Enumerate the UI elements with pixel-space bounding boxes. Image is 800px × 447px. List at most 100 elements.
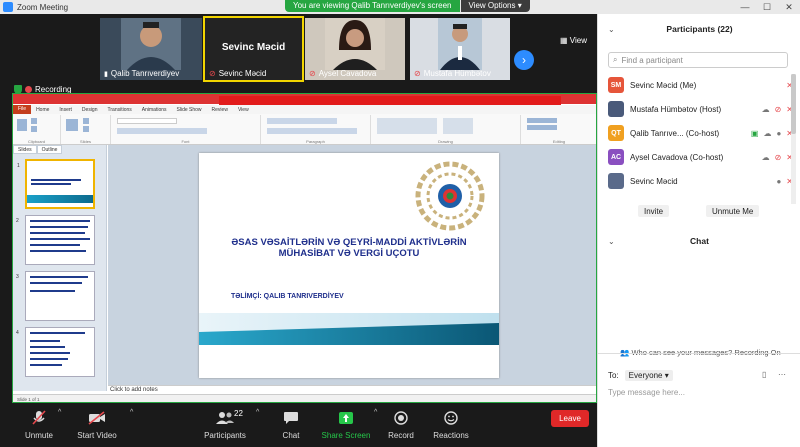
record-dot-icon [25, 86, 32, 93]
avatar: QT [608, 125, 624, 141]
participant-name: Qalib Tanrıve... (Co-host) [630, 128, 720, 138]
notes-pane[interactable]: Click to add notes [108, 385, 596, 393]
slide-number: 1 [17, 163, 20, 169]
divider [598, 353, 800, 354]
participants-scrollbar[interactable] [791, 74, 796, 204]
slide-number: 3 [16, 274, 19, 280]
file-icon[interactable]: ▯ [762, 370, 766, 379]
reactions-button[interactable]: Reactions [418, 405, 484, 445]
ppt-tab-insert[interactable]: Insert [54, 107, 77, 113]
participant-name: Sevinc Məcid [630, 176, 678, 186]
chat-message-input[interactable]: Type message here... [608, 388, 685, 397]
participant-row[interactable]: AC Aysel Cavadova (Co-host) ☁ ⊘ ✕ [608, 148, 793, 166]
recipient-select[interactable]: Everyone ▾ [624, 370, 673, 381]
slide-number: 2 [16, 218, 19, 224]
cloud-icon: ☁ [761, 152, 770, 162]
slides-pane-tabs: Slides Outline [13, 145, 106, 154]
view-button[interactable]: ▦ View [560, 36, 587, 45]
meeting-toolbar: Unmute ^ Start Video ^ 22 Participants ^… [0, 403, 597, 447]
participant-row[interactable]: QT Qalib Tanrıve... (Co-host) ▣ ☁ ● ✕ [608, 124, 793, 142]
video-off-icon [88, 411, 105, 425]
participants-button[interactable]: 22 Participants [192, 405, 258, 445]
group-label: Slides [80, 139, 91, 144]
slide-editor: ƏSAS VƏSAİTLƏRİN VƏ QEYRİ-MADDİ AKTİVLƏR… [108, 145, 596, 385]
leave-button[interactable]: Leave [551, 410, 589, 427]
zoom-window: { "window": { "title": "Zoom Meeting" },… [0, 0, 800, 447]
ppt-tab-slideshow[interactable]: Slide Show [172, 107, 207, 113]
person-video-icon [121, 18, 181, 70]
video-strip: ▮ Qalib Tanrıverdiyev Sevinc Məcid ⊘ Sevin… [0, 14, 597, 84]
video-tile-mustafa[interactable]: ⊘ Mustafa Hümbətov [410, 18, 510, 80]
ppt-tab-transitions[interactable]: Transitions [103, 107, 137, 113]
shared-screen: File Home Insert Design Transitions Anim… [12, 93, 597, 403]
minimize-icon[interactable]: — [734, 0, 756, 14]
participant-row[interactable]: Sevinc Məcid ● ✕ [608, 172, 793, 190]
group-label: Editing [552, 139, 566, 144]
ribbon-group-drawing: Drawing [371, 115, 521, 144]
viewing-label: You are viewing Qalib Tanrıverdiyev's sc… [285, 0, 460, 12]
slide-title: ƏSAS VƏSAİTLƏRİN VƏ QEYRİ-MADDİ AKTİVLƏR… [231, 237, 467, 259]
ppt-title-strip [219, 96, 561, 105]
participant-row[interactable]: Mustafa Hümbətov (Host) ☁ ⊘ ✕ [608, 100, 793, 118]
slide-number: 4 [16, 330, 19, 336]
group-label: Drawing [438, 139, 453, 144]
avatar [608, 101, 624, 117]
view-options-button[interactable]: View Options ▾ [460, 0, 530, 12]
tile-name: Qalib Tanrıverdiyev [110, 69, 180, 78]
group-label: Font [181, 139, 190, 144]
tile-name: Aysel Cavadova [318, 69, 377, 78]
tile-name: Mustafa Hümbətov [423, 69, 491, 78]
reactions-icon [444, 411, 458, 425]
slide-decor-band [199, 345, 499, 378]
video-tile-aysel[interactable]: ⊘ Aysel Cavadova [305, 18, 405, 80]
window-controls: — ☐ ✕ [734, 0, 800, 14]
slide-thumbnail[interactable]: 2 [16, 215, 95, 265]
unmute-button[interactable]: Unmute [6, 405, 72, 445]
video-tile-sevinc[interactable]: Sevinc Məcid ⊘ Sevinc Məcid [203, 16, 304, 82]
chevron-up-icon[interactable]: ^ [130, 409, 133, 416]
slide-thumbnail[interactable]: 1 [17, 159, 95, 209]
start-video-button[interactable]: Start Video [64, 405, 130, 445]
chat-recipient: To: Everyone ▾ [608, 370, 673, 381]
unmute-label: Unmute [24, 431, 53, 440]
group-label: Clipboard [27, 139, 46, 144]
ppt-tab-animations[interactable]: Animations [137, 107, 172, 113]
avatar [608, 173, 624, 189]
chevron-up-icon[interactable]: ^ [58, 409, 61, 416]
participant-row[interactable]: SM Sevinc Məcid (Me) ✕ [608, 76, 793, 94]
search-placeholder: Find a participant [621, 55, 683, 65]
view-label: View [569, 36, 587, 45]
ppt-tab-file[interactable]: File [13, 105, 32, 114]
mic-muted-icon: ⊘ [414, 69, 421, 78]
ppt-tab-review[interactable]: Review [207, 107, 233, 113]
slide-thumbnail[interactable]: 3 [16, 271, 95, 321]
ppt-tab-view[interactable]: View [233, 107, 254, 113]
to-label: To: [608, 371, 619, 380]
side-panel: ⌄ Participants (22) ⌕ Find a participant… [597, 14, 800, 447]
ppt-tab-home[interactable]: Home [31, 107, 54, 113]
more-icon[interactable]: ⋯ [778, 370, 786, 379]
next-page-button[interactable]: › [514, 50, 534, 70]
tile-big-name: Sevinc Məcid [221, 42, 286, 53]
participants-title: Participants (22) [666, 24, 733, 34]
participant-search-input[interactable]: ⌕ Find a participant [608, 52, 788, 68]
close-icon[interactable]: ✕ [778, 0, 800, 14]
video-tile-qalib[interactable]: ▮ Qalib Tanrıverdiyev [100, 18, 202, 80]
maximize-icon[interactable]: ☐ [756, 0, 778, 14]
recipient-value: Everyone [628, 371, 663, 380]
start-video-label: Start Video [77, 431, 117, 440]
unmute-me-button[interactable]: Unmute Me [706, 205, 760, 217]
invite-button[interactable]: Invite [638, 205, 670, 217]
tab-slides[interactable]: Slides [13, 145, 37, 154]
slide-thumbnail[interactable]: 4 [16, 327, 95, 377]
tile-name: Sevinc Məcid [218, 69, 267, 78]
ribbon-group-slides: Slides [61, 115, 111, 144]
participants-icon [216, 412, 234, 424]
chat-icon [284, 412, 298, 424]
person-video-icon [438, 18, 482, 70]
tab-outline[interactable]: Outline [36, 145, 63, 154]
mic-muted-icon: ⊘ [774, 104, 782, 114]
current-slide[interactable]: ƏSAS VƏSAİTLƏRİN VƏ QEYRİ-MADDİ AKTİVLƏR… [199, 153, 499, 378]
mic-icon: ● [776, 128, 782, 138]
ppt-tab-design[interactable]: Design [77, 107, 103, 113]
